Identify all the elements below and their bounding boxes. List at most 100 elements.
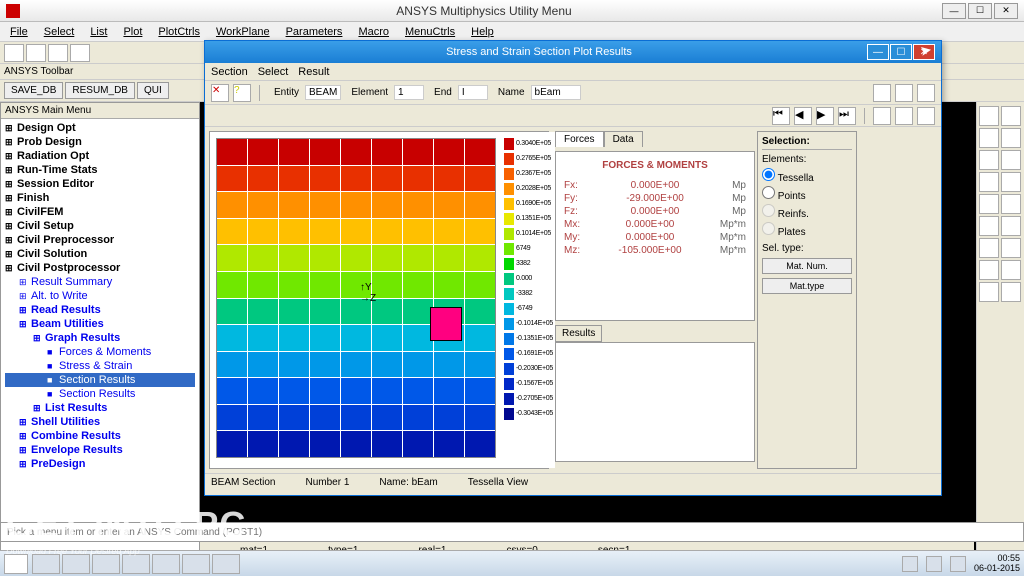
tree-item[interactable]: ⊞Beam Utilities (5, 317, 195, 331)
menu-macro[interactable]: Macro (352, 24, 395, 40)
open-icon[interactable] (26, 44, 46, 62)
tree-item[interactable]: ⊞Civil Setup (5, 219, 195, 233)
radio-tessella[interactable]: Tessella (762, 167, 852, 185)
tree-item[interactable]: ⊞Combine Results (5, 429, 195, 443)
top-icon[interactable] (979, 216, 999, 236)
prev-icon[interactable]: ◀ (794, 107, 812, 125)
minus-icon[interactable] (1001, 238, 1021, 258)
start-button[interactable] (4, 554, 28, 574)
tree-item[interactable]: ■Section Results (5, 387, 195, 401)
plus-icon[interactable] (979, 238, 999, 258)
menu-plot[interactable]: Plot (117, 24, 148, 40)
taskbar-item[interactable] (92, 554, 120, 574)
save_db-button[interactable]: SAVE_DB (4, 82, 63, 99)
up-icon[interactable] (979, 260, 999, 280)
tray-icon[interactable] (950, 556, 966, 572)
menu-workplane[interactable]: WorkPlane (210, 24, 276, 40)
end-field[interactable]: I (458, 85, 488, 100)
element-field[interactable]: 1 (394, 85, 424, 100)
tree-item[interactable]: ⊞Prob Design (5, 135, 195, 149)
next-icon[interactable]: ▶ (816, 107, 834, 125)
radio-points[interactable]: Points (762, 185, 852, 203)
zoom-in-icon[interactable] (979, 150, 999, 170)
mat-num-button[interactable]: Mat. Num. (762, 258, 852, 274)
maximize-button[interactable]: ☐ (968, 3, 992, 19)
tree-item[interactable]: ⊞Civil Preprocessor (5, 233, 195, 247)
menu-select[interactable]: Select (38, 24, 81, 40)
pan-icon[interactable] (979, 128, 999, 148)
minimize-button[interactable]: — (942, 3, 966, 19)
tree-item[interactable]: ⊞Shell Utilities (5, 415, 195, 429)
front-icon[interactable] (979, 194, 999, 214)
flag-icon[interactable] (873, 107, 891, 125)
name-field[interactable]: bEam (531, 85, 581, 100)
rotate-icon[interactable] (1001, 128, 1021, 148)
tree-item[interactable]: ⊞Result Summary (5, 275, 195, 289)
menu-menuctrls[interactable]: MenuCtrls (399, 24, 461, 40)
taskbar-item[interactable] (32, 554, 60, 574)
save-icon[interactable] (48, 44, 68, 62)
delete-icon[interactable]: ✕ (211, 84, 229, 102)
taskbar-item[interactable] (62, 554, 90, 574)
taskbar-item[interactable] (182, 554, 210, 574)
dialog-menu-result[interactable]: Result (298, 66, 329, 78)
print-icon[interactable] (70, 44, 90, 62)
selected-tessella[interactable] (430, 307, 462, 341)
info-icon[interactable]: ? (233, 84, 251, 102)
tree-item[interactable]: ⊞Graph Results (5, 331, 195, 345)
clock[interactable]: 00:55 06-01-2015 (974, 554, 1020, 574)
settings-icon[interactable] (917, 107, 935, 125)
resum_db-button[interactable]: RESUM_DB (65, 82, 135, 99)
main-menu-tree[interactable]: ⊞Design Opt⊞Prob Design⊞Radiation Opt⊞Ru… (1, 119, 199, 551)
tray-icon[interactable] (926, 556, 942, 572)
dialog-maximize-button[interactable]: ☐ (890, 44, 912, 60)
dialog-titlebar[interactable]: Stress and Strain Section Plot Results —… (205, 41, 941, 63)
taskbar-item[interactable] (122, 554, 150, 574)
side-icon[interactable] (1001, 194, 1021, 214)
tab-results[interactable]: Results (555, 325, 602, 342)
iso-icon[interactable] (1001, 172, 1021, 192)
first-icon[interactable]: ⏮ (772, 107, 790, 125)
back-icon[interactable] (1001, 216, 1021, 236)
mesh-icon[interactable] (895, 84, 913, 102)
points-icon[interactable] (917, 84, 935, 102)
menu-file[interactable]: File (4, 24, 34, 40)
view-icon[interactable] (979, 106, 999, 126)
qui-button[interactable]: QUI (137, 82, 169, 99)
dialog-minimize-button[interactable]: — (867, 44, 889, 60)
dialog-menu-select[interactable]: Select (258, 66, 289, 78)
tab-forces[interactable]: Forces (555, 131, 604, 147)
tree-item[interactable]: ⊞List Results (5, 401, 195, 415)
tree-item[interactable]: ⊞Run-Time Stats (5, 163, 195, 177)
tree-item[interactable]: ⊞CivilFEM (5, 205, 195, 219)
taskbar-item[interactable] (212, 554, 240, 574)
tab-data[interactable]: Data (604, 131, 643, 147)
close-button[interactable]: ✕ (994, 3, 1018, 19)
menu-list[interactable]: List (84, 24, 113, 40)
layers-icon[interactable] (1001, 106, 1021, 126)
dialog-menu-section[interactable]: Section (211, 66, 248, 78)
taskbar-item[interactable] (152, 554, 180, 574)
tree-item[interactable]: ⊞Read Results (5, 303, 195, 317)
tree-item[interactable]: ⊞Radiation Opt (5, 149, 195, 163)
tree-item[interactable]: ⊞Session Editor (5, 177, 195, 191)
last-icon[interactable]: ⏭ (838, 107, 856, 125)
refresh-icon[interactable] (895, 107, 913, 125)
entity-field[interactable]: BEAM (305, 85, 341, 100)
menu-help[interactable]: Help (465, 24, 500, 40)
menu-parameters[interactable]: Parameters (280, 24, 349, 40)
new-icon[interactable] (4, 44, 24, 62)
tree-item[interactable]: ⊞Alt. to Write (5, 289, 195, 303)
tree-item[interactable]: ⊞Finish (5, 191, 195, 205)
menu-plotctrls[interactable]: PlotCtrls (152, 24, 206, 40)
tree-item[interactable]: ■Forces & Moments (5, 345, 195, 359)
tray-icon[interactable] (902, 556, 918, 572)
tree-item[interactable]: ⊞Civil Postprocessor (5, 261, 195, 275)
tree-item[interactable]: ⊞PreDesign (5, 457, 195, 471)
contour-plot[interactable]: ↑Y→Z 0.3040E+050.2765E+050.2367E+050.202… (209, 131, 549, 469)
taskbar[interactable]: 00:55 06-01-2015 (0, 550, 1024, 576)
mat-type-button[interactable]: Mat.type (762, 278, 852, 294)
left-icon[interactable] (979, 282, 999, 302)
tree-item[interactable]: ■Stress & Strain (5, 359, 195, 373)
zoom-out-icon[interactable] (1001, 150, 1021, 170)
